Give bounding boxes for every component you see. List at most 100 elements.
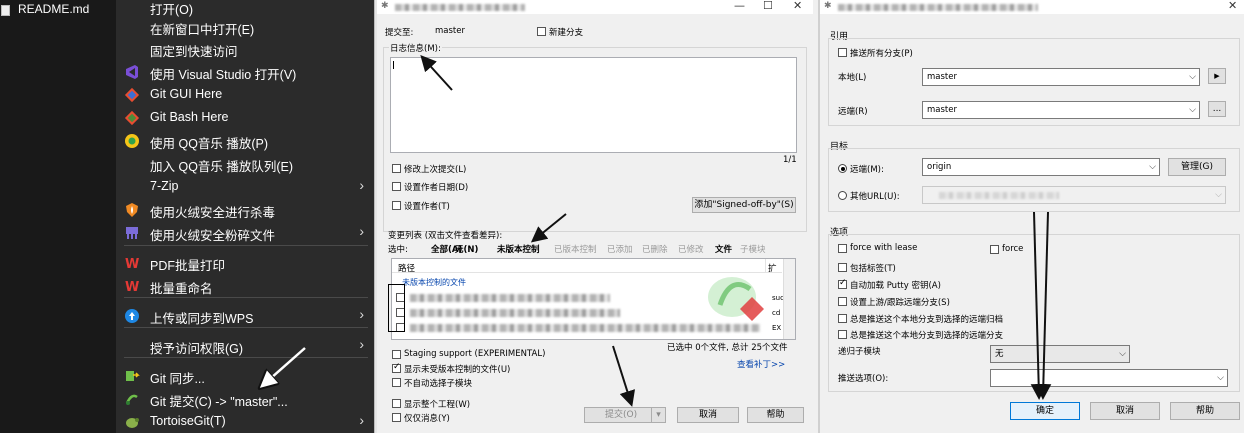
wps-icon: W: [124, 278, 140, 295]
chevron-down-icon: ⌵: [1119, 349, 1126, 359]
view-patch-link[interactable]: 查看补丁>>: [737, 358, 785, 370]
close-button[interactable]: ✕: [793, 0, 802, 12]
push-cancel-button[interactable]: 取消: [1090, 402, 1160, 420]
remote-radio[interactable]: [838, 164, 847, 173]
submenu-arrow-icon: ›: [359, 177, 364, 193]
ok-button[interactable]: 确定: [1010, 402, 1080, 420]
other-url-combo[interactable]: ⌵: [922, 186, 1226, 204]
new-branch-checkbox[interactable]: [537, 27, 546, 36]
staging-checkbox[interactable]: [392, 350, 401, 359]
author-date-checkbox[interactable]: [392, 182, 401, 191]
maximize-button[interactable]: ☐: [763, 0, 773, 12]
file-list-scrollbar[interactable]: [783, 259, 795, 339]
commit-dropdown-icon[interactable]: ▾: [651, 408, 665, 422]
set-author-checkbox[interactable]: [392, 201, 401, 210]
filter-link[interactable]: 已版本控制: [554, 243, 597, 255]
other-url-radio[interactable]: [838, 191, 847, 200]
context-menu-item[interactable]: 使用火绒安全粉碎文件 ›: [116, 222, 374, 244]
context-menu-item[interactable]: Git Bash Here: [116, 107, 374, 129]
blurred-file-row[interactable]: [410, 294, 610, 302]
minimize-button[interactable]: —: [734, 0, 745, 12]
set-author-label: 设置作者(T): [404, 202, 450, 212]
commit-cancel-button[interactable]: 取消: [677, 407, 739, 423]
auto-putty-checkbox[interactable]: [838, 278, 847, 289]
context-menu-item[interactable]: Git GUI Here: [116, 84, 374, 106]
signed-off-button[interactable]: 添加"Signed-off-by"(S): [692, 197, 796, 213]
amend-checkbox[interactable]: [392, 164, 401, 173]
filter-link[interactable]: 已删除: [642, 243, 668, 255]
tortoisegit-icon: [124, 414, 140, 430]
context-menu-item[interactable]: Git 提交(C) -> "master"...: [116, 388, 374, 410]
include-tags-checkbox[interactable]: [838, 263, 847, 272]
commit-button[interactable]: 提交(O) ▾: [584, 407, 666, 423]
wps-icon: W: [124, 255, 140, 272]
filter-link[interactable]: 子模块: [740, 243, 766, 255]
chevron-down-icon: ⌵: [1189, 105, 1196, 115]
remote-name-combo[interactable]: origin ⌵: [922, 158, 1160, 176]
push-all-checkbox[interactable]: [838, 48, 847, 57]
recurse-value: 无: [995, 349, 1004, 359]
blurred-file-row[interactable]: [410, 324, 760, 332]
context-menu-item[interactable]: 使用火绒安全进行杀毒: [116, 199, 374, 221]
push-help-button[interactable]: 帮助: [1170, 402, 1240, 420]
filter-link[interactable]: 已添加: [607, 243, 633, 255]
column-path[interactable]: 路径: [398, 262, 415, 274]
remote-branch-combo[interactable]: master ⌵: [922, 101, 1200, 119]
push-options-combo[interactable]: ⌵: [990, 369, 1228, 387]
text-caret: [393, 61, 394, 69]
context-menu-item[interactable]: TortoiseGit(T) ›: [116, 411, 374, 433]
remote-label: 远端(R): [838, 107, 868, 117]
chevron-down-icon: ⌵: [1189, 72, 1196, 82]
blurred-file-row[interactable]: [410, 309, 620, 317]
always-push-archive-checkbox[interactable]: [838, 314, 847, 323]
context-menu-item[interactable]: 使用 Visual Studio 打开(V): [116, 61, 374, 83]
filter-link[interactable]: 未版本控制: [497, 243, 540, 255]
context-menu-item[interactable]: 加入 QQ音乐 播放队列(E): [116, 153, 374, 175]
manage-button[interactable]: 管理(G): [1168, 158, 1226, 176]
message-counter: 1/1: [783, 155, 797, 165]
no-auto-submodule-checkbox[interactable]: [392, 378, 401, 387]
message-only-checkbox[interactable]: [392, 413, 401, 422]
context-menu-item[interactable]: 在新窗口中打开(E): [116, 16, 374, 38]
context-menu-item-label: Git Bash Here: [150, 110, 229, 124]
filter-link[interactable]: 文件: [715, 243, 732, 255]
show-unversioned-checkbox[interactable]: [392, 362, 401, 373]
recurse-submodules-combo[interactable]: 无 ⌵: [990, 345, 1130, 363]
force-checkbox[interactable]: [990, 245, 999, 254]
context-menu-item[interactable]: 授予访问权限(G) ›: [116, 335, 374, 357]
show-unversioned-label: 显示未受版本控制的文件(U): [404, 365, 511, 375]
force-with-lease-checkbox[interactable]: [838, 244, 847, 253]
staging-label: Staging support (EXPERIMENTAL): [404, 349, 546, 359]
message-only-label: 仅仅消息(Y): [404, 414, 450, 424]
commit-message-input[interactable]: [390, 57, 797, 153]
include-tags-label: 包括标签(T): [850, 264, 896, 274]
context-menu-item[interactable]: 7-Zip ›: [116, 176, 374, 198]
qq-music-icon: [124, 133, 140, 149]
show-whole-project-checkbox[interactable]: [392, 399, 401, 408]
context-menu-item[interactable]: 使用 QQ音乐 播放(P): [116, 130, 374, 152]
remote-branch-value: master: [927, 105, 957, 115]
filter-link[interactable]: 已修改: [678, 243, 704, 255]
browse-remote-button[interactable]: ...: [1208, 101, 1226, 117]
local-arrow-button[interactable]: ▶: [1208, 68, 1226, 84]
menu-separator: [124, 297, 368, 298]
show-whole-project-label: 显示整个工程(W): [404, 400, 471, 410]
commit-help-button[interactable]: 帮助: [747, 407, 804, 423]
file-list[interactable]: 路径 扩 未版本控制的文件 suc cd EX: [391, 258, 796, 340]
set-upstream-label: 设置上游/跟踪远端分支(S): [850, 298, 950, 308]
local-branch-combo[interactable]: master ⌵: [922, 68, 1200, 86]
filter-link[interactable]: 无(N): [455, 243, 478, 255]
force-with-lease-label: force with lease: [850, 243, 918, 253]
close-button[interactable]: ✕: [1228, 0, 1237, 12]
context-menu-item[interactable]: Git 同步...: [116, 365, 374, 387]
set-upstream-checkbox[interactable]: [838, 297, 847, 306]
context-menu-item[interactable]: W 批量重命名: [116, 275, 374, 297]
context-menu-item[interactable]: 固定到快速访问: [116, 38, 374, 60]
local-branch-value: master: [927, 72, 957, 82]
group-unversioned[interactable]: 未版本控制的文件: [402, 277, 466, 288]
always-push-branch-checkbox[interactable]: [838, 330, 847, 339]
context-menu-item[interactable]: W PDF批量打印: [116, 252, 374, 274]
context-menu-item-label: TortoiseGit(T): [150, 414, 226, 428]
file-name[interactable]: README.md: [18, 2, 89, 16]
context-menu-item[interactable]: 上传或同步到WPS ›: [116, 305, 374, 327]
